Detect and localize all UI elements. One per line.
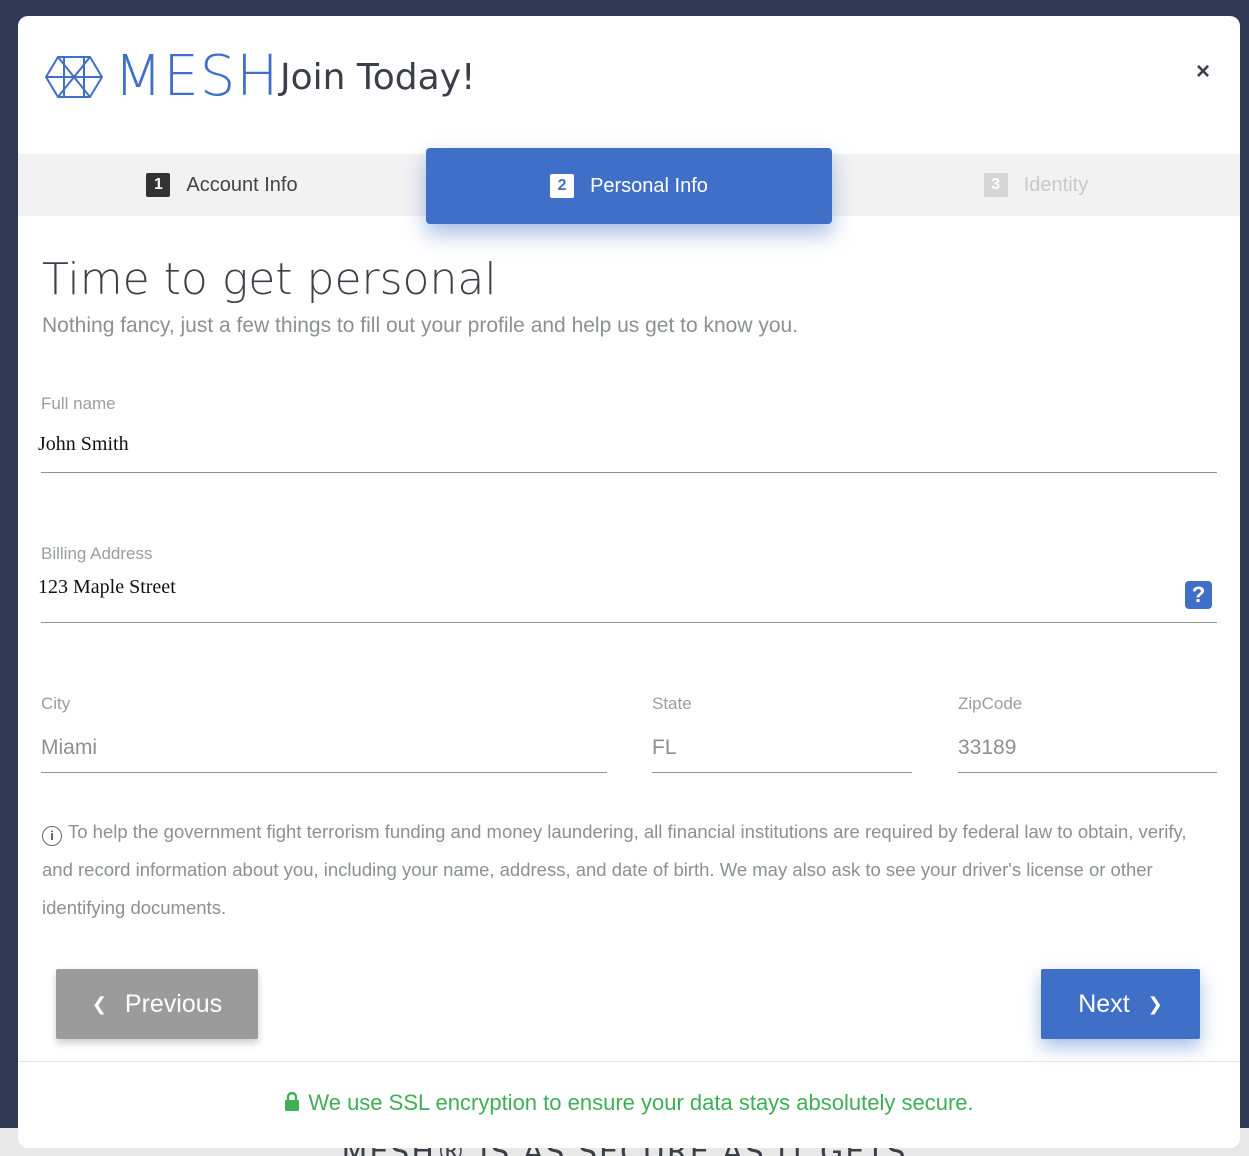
billing-address-underline [41,622,1217,623]
modal-title: Join Today! [280,57,476,98]
page-subtitle: Nothing fancy, just a few things to fill… [42,314,799,337]
previous-button[interactable]: ❮ Previous [56,969,258,1039]
zipcode-underline [958,772,1217,773]
mesh-logo-icon [44,56,104,98]
modal-header: MESH Join Today! × [18,16,1240,154]
zipcode-input[interactable]: 33189 [958,736,1016,760]
signup-modal: MESH Join Today! × 1 Account Info 2 Pers… [18,16,1240,1148]
brand-name: MESH [114,44,280,109]
step-number: 3 [983,173,1008,197]
help-question-icon[interactable]: ? [1185,581,1212,609]
progress-steps: 1 Account Info 2 Personal Info 3 Identit… [18,148,1240,224]
city-label: City [41,694,71,713]
step-personal-info[interactable]: 2 Personal Info [426,148,832,224]
city-underline [41,772,607,773]
legal-notice-text: To help the government fight terrorism f… [42,821,1187,918]
state-underline [652,772,912,773]
ssl-notice-text: We use SSL encryption to ensure your dat… [308,1090,974,1115]
info-icon: i [42,826,62,846]
step-label: Personal Info [590,174,708,197]
page-title: Time to get personal [42,254,497,305]
full-name-label: Full name [41,394,116,413]
ssl-notice: We use SSL encryption to ensure your dat… [18,1090,1240,1116]
billing-address-input[interactable]: 123 Maple Street [38,576,176,599]
zipcode-label: ZipCode [958,694,1023,713]
footer-divider [18,1061,1240,1062]
full-name-input[interactable]: John Smith [38,433,129,456]
state-input[interactable]: FL [652,736,677,760]
close-icon[interactable]: × [1196,58,1210,86]
city-input[interactable]: Miami [41,736,97,760]
chevron-right-icon: ❯ [1147,993,1163,1014]
state-label: State [652,694,692,713]
next-button[interactable]: Next ❯ [1041,969,1200,1039]
chevron-left-icon: ❮ [91,993,107,1014]
next-button-label: Next [1078,989,1130,1018]
step-number: 2 [550,174,575,198]
full-name-underline [41,472,1217,473]
legal-notice: i To help the government fight terrorism … [42,813,1222,927]
previous-button-label: Previous [124,989,223,1018]
billing-address-label: Billing Address [41,544,153,563]
step-number: 1 [146,173,171,197]
step-label: Identity [1023,173,1089,196]
step-account-info[interactable]: 1 Account Info [18,154,426,216]
lock-icon [285,1092,300,1111]
step-label: Account Info [186,173,298,196]
step-identity: 3 Identity [832,154,1240,216]
